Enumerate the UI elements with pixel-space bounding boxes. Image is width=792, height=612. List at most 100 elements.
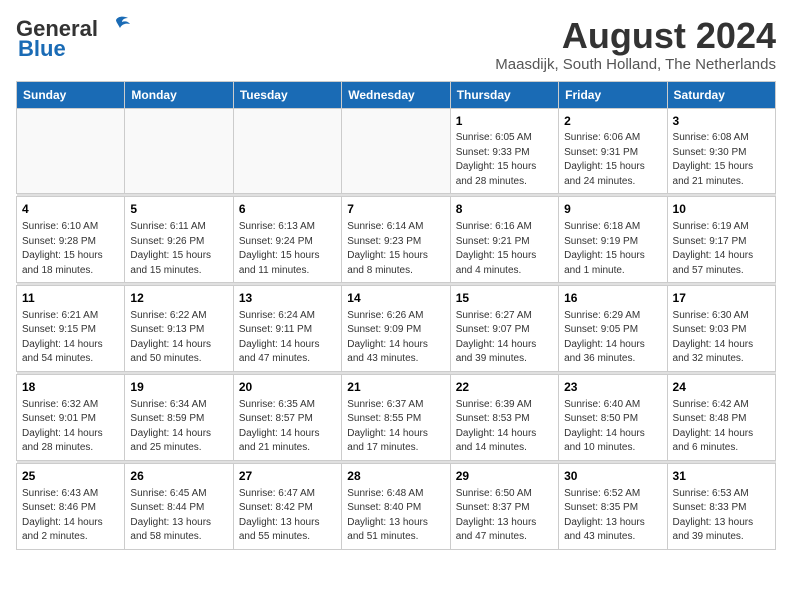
calendar-cell: 19 Sunrise: 6:34 AM Sunset: 8:59 PM Dayli… bbox=[125, 374, 233, 460]
day-number: 29 bbox=[456, 468, 553, 485]
calendar-cell: 11 Sunrise: 6:21 AM Sunset: 9:15 PM Dayli… bbox=[17, 286, 125, 372]
calendar-table: SundayMondayTuesdayWednesdayThursdayFrid… bbox=[16, 81, 776, 550]
day-number: 19 bbox=[130, 379, 227, 396]
day-number: 28 bbox=[347, 468, 444, 485]
day-info: Sunrise: 6:42 AM Sunset: 8:48 PM Dayligh… bbox=[673, 398, 770, 456]
day-number: 3 bbox=[673, 113, 770, 130]
logo: General Blue bbox=[16, 16, 130, 62]
day-number: 1 bbox=[456, 113, 553, 130]
day-info: Sunrise: 6:10 AM Sunset: 9:28 PM Dayligh… bbox=[22, 220, 119, 278]
day-info: Sunrise: 6:39 AM Sunset: 8:53 PM Dayligh… bbox=[456, 398, 553, 456]
calendar-cell: 27 Sunrise: 6:47 AM Sunset: 8:42 PM Dayli… bbox=[233, 463, 341, 549]
day-number: 2 bbox=[564, 113, 661, 130]
calendar-week-row: 1Sunrise: 6:05 AM Sunset: 9:33 PM Daylig… bbox=[17, 108, 776, 194]
day-number: 23 bbox=[564, 379, 661, 396]
calendar-cell: 8 Sunrise: 6:16 AM Sunset: 9:21 PM Daylig… bbox=[450, 197, 558, 283]
day-info: Sunrise: 6:27 AM Sunset: 9:07 PM Dayligh… bbox=[456, 309, 553, 367]
calendar-cell: 5 Sunrise: 6:11 AM Sunset: 9:26 PM Daylig… bbox=[125, 197, 233, 283]
calendar-cell: 2Sunrise: 6:06 AM Sunset: 9:31 PM Daylig… bbox=[559, 108, 667, 194]
calendar-cell: 1Sunrise: 6:05 AM Sunset: 9:33 PM Daylig… bbox=[450, 108, 558, 194]
day-info: Sunrise: 6:05 AM Sunset: 9:33 PM Dayligh… bbox=[456, 131, 553, 189]
day-number: 9 bbox=[564, 201, 661, 218]
day-number: 24 bbox=[673, 379, 770, 396]
calendar-cell: 4 Sunrise: 6:10 AM Sunset: 9:28 PM Daylig… bbox=[17, 197, 125, 283]
day-info: Sunrise: 6:16 AM Sunset: 9:21 PM Dayligh… bbox=[456, 220, 553, 278]
day-info: Sunrise: 6:08 AM Sunset: 9:30 PM Dayligh… bbox=[673, 131, 770, 189]
calendar-cell bbox=[342, 108, 450, 194]
calendar-cell: 25Sunrise: 6:43 AM Sunset: 8:46 PM Dayli… bbox=[17, 463, 125, 549]
day-number: 4 bbox=[22, 201, 119, 218]
calendar-cell: 9 Sunrise: 6:18 AM Sunset: 9:19 PM Daylig… bbox=[559, 197, 667, 283]
day-number: 12 bbox=[130, 290, 227, 307]
day-number: 18 bbox=[22, 379, 119, 396]
calendar-cell: 28 Sunrise: 6:48 AM Sunset: 8:40 PM Dayli… bbox=[342, 463, 450, 549]
calendar-cell: 21Sunrise: 6:37 AM Sunset: 8:55 PM Dayli… bbox=[342, 374, 450, 460]
day-number: 30 bbox=[564, 468, 661, 485]
weekday-header: Thursday bbox=[450, 81, 558, 108]
day-info: Sunrise: 6:21 AM Sunset: 9:15 PM Dayligh… bbox=[22, 309, 119, 367]
weekday-header: Saturday bbox=[667, 81, 775, 108]
weekday-header: Wednesday bbox=[342, 81, 450, 108]
day-info: Sunrise: 6:34 AM Sunset: 8:59 PM Dayligh… bbox=[130, 398, 227, 456]
weekday-header: Sunday bbox=[17, 81, 125, 108]
day-number: 5 bbox=[130, 201, 227, 218]
day-info: Sunrise: 6:48 AM Sunset: 8:40 PM Dayligh… bbox=[347, 487, 444, 545]
calendar-cell: 23 Sunrise: 6:40 AM Sunset: 8:50 PM Dayli… bbox=[559, 374, 667, 460]
calendar-cell bbox=[125, 108, 233, 194]
month-title: August 2024 bbox=[495, 16, 776, 56]
day-number: 13 bbox=[239, 290, 336, 307]
day-info: Sunrise: 6:47 AM Sunset: 8:42 PM Dayligh… bbox=[239, 487, 336, 545]
day-number: 8 bbox=[456, 201, 553, 218]
day-number: 27 bbox=[239, 468, 336, 485]
calendar-cell bbox=[17, 108, 125, 194]
calendar-cell: 15Sunrise: 6:27 AM Sunset: 9:07 PM Dayli… bbox=[450, 286, 558, 372]
logo-bird-icon bbox=[102, 16, 130, 38]
weekday-header: Tuesday bbox=[233, 81, 341, 108]
day-number: 16 bbox=[564, 290, 661, 307]
calendar-cell: 12 Sunrise: 6:22 AM Sunset: 9:13 PM Dayli… bbox=[125, 286, 233, 372]
calendar-cell: 24 Sunrise: 6:42 AM Sunset: 8:48 PM Dayli… bbox=[667, 374, 775, 460]
calendar-cell: 14 Sunrise: 6:26 AM Sunset: 9:09 PM Dayli… bbox=[342, 286, 450, 372]
calendar-week-row: 25Sunrise: 6:43 AM Sunset: 8:46 PM Dayli… bbox=[17, 463, 776, 549]
page-header: General Blue August 2024 Maasdijk, South… bbox=[16, 16, 776, 73]
day-info: Sunrise: 6:22 AM Sunset: 9:13 PM Dayligh… bbox=[130, 309, 227, 367]
day-info: Sunrise: 6:32 AM Sunset: 9:01 PM Dayligh… bbox=[22, 398, 119, 456]
day-info: Sunrise: 6:35 AM Sunset: 8:57 PM Dayligh… bbox=[239, 398, 336, 456]
calendar-cell: 17Sunrise: 6:30 AM Sunset: 9:03 PM Dayli… bbox=[667, 286, 775, 372]
day-info: Sunrise: 6:45 AM Sunset: 8:44 PM Dayligh… bbox=[130, 487, 227, 545]
calendar-cell: 18 Sunrise: 6:32 AM Sunset: 9:01 PM Dayli… bbox=[17, 374, 125, 460]
calendar-header-row: SundayMondayTuesdayWednesdayThursdayFrid… bbox=[17, 81, 776, 108]
calendar-week-row: 4 Sunrise: 6:10 AM Sunset: 9:28 PM Daylig… bbox=[17, 197, 776, 283]
day-info: Sunrise: 6:26 AM Sunset: 9:09 PM Dayligh… bbox=[347, 309, 444, 367]
calendar-cell bbox=[233, 108, 341, 194]
day-number: 11 bbox=[22, 290, 119, 307]
calendar-week-row: 18 Sunrise: 6:32 AM Sunset: 9:01 PM Dayli… bbox=[17, 374, 776, 460]
day-info: Sunrise: 6:40 AM Sunset: 8:50 PM Dayligh… bbox=[564, 398, 661, 456]
weekday-header: Monday bbox=[125, 81, 233, 108]
day-number: 10 bbox=[673, 201, 770, 218]
day-number: 17 bbox=[673, 290, 770, 307]
calendar-cell: 13Sunrise: 6:24 AM Sunset: 9:11 PM Dayli… bbox=[233, 286, 341, 372]
day-info: Sunrise: 6:52 AM Sunset: 8:35 PM Dayligh… bbox=[564, 487, 661, 545]
logo-blue: Blue bbox=[18, 36, 66, 62]
day-info: Sunrise: 6:50 AM Sunset: 8:37 PM Dayligh… bbox=[456, 487, 553, 545]
day-number: 7 bbox=[347, 201, 444, 218]
day-info: Sunrise: 6:29 AM Sunset: 9:05 PM Dayligh… bbox=[564, 309, 661, 367]
calendar-cell: 6Sunrise: 6:13 AM Sunset: 9:24 PM Daylig… bbox=[233, 197, 341, 283]
day-info: Sunrise: 6:11 AM Sunset: 9:26 PM Dayligh… bbox=[130, 220, 227, 278]
calendar-cell: 26Sunrise: 6:45 AM Sunset: 8:44 PM Dayli… bbox=[125, 463, 233, 549]
calendar-cell: 7Sunrise: 6:14 AM Sunset: 9:23 PM Daylig… bbox=[342, 197, 450, 283]
day-info: Sunrise: 6:37 AM Sunset: 8:55 PM Dayligh… bbox=[347, 398, 444, 456]
day-number: 20 bbox=[239, 379, 336, 396]
weekday-header: Friday bbox=[559, 81, 667, 108]
calendar-cell: 22Sunrise: 6:39 AM Sunset: 8:53 PM Dayli… bbox=[450, 374, 558, 460]
day-info: Sunrise: 6:18 AM Sunset: 9:19 PM Dayligh… bbox=[564, 220, 661, 278]
calendar-cell: 29 Sunrise: 6:50 AM Sunset: 8:37 PM Dayli… bbox=[450, 463, 558, 549]
calendar-cell: 20 Sunrise: 6:35 AM Sunset: 8:57 PM Dayli… bbox=[233, 374, 341, 460]
calendar-cell: 16 Sunrise: 6:29 AM Sunset: 9:05 PM Dayli… bbox=[559, 286, 667, 372]
calendar-cell: 31 Sunrise: 6:53 AM Sunset: 8:33 PM Dayli… bbox=[667, 463, 775, 549]
day-number: 31 bbox=[673, 468, 770, 485]
day-number: 25 bbox=[22, 468, 119, 485]
day-info: Sunrise: 6:53 AM Sunset: 8:33 PM Dayligh… bbox=[673, 487, 770, 545]
day-number: 14 bbox=[347, 290, 444, 307]
